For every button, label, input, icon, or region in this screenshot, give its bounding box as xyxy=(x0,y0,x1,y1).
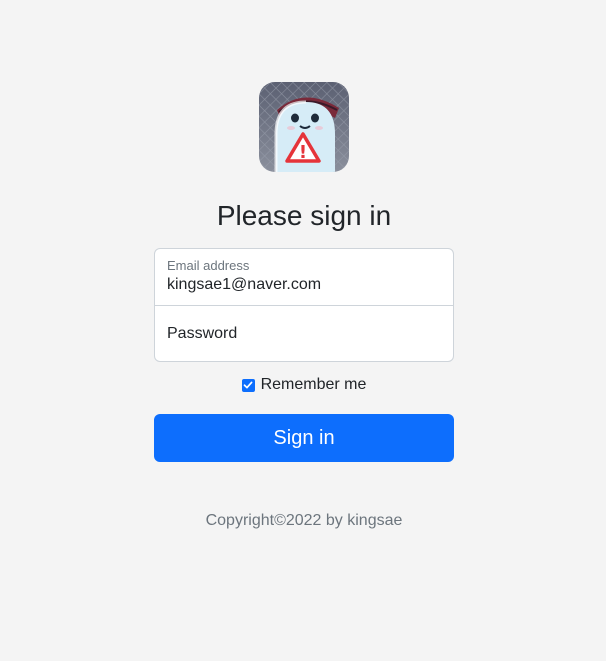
email-input[interactable]: kingsae1@naver.com xyxy=(167,276,321,294)
signin-form: ! Please sign in Email address kingsae1@… xyxy=(154,82,454,546)
page-title: Please sign in xyxy=(216,200,392,231)
password-label: Password xyxy=(167,325,238,342)
checkmark-icon xyxy=(243,381,253,389)
email-field[interactable]: Email address kingsae1@naver.com xyxy=(155,249,453,305)
email-label: Email address xyxy=(167,258,250,273)
copyright-text: Copyright©2022 by kingsae xyxy=(205,512,403,529)
sign-in-button[interactable]: Sign in xyxy=(154,414,454,462)
ghost-character-warning-icon: ! xyxy=(259,82,349,172)
remember-label[interactable]: Remember me xyxy=(261,376,367,394)
remember-me[interactable]: Remember me xyxy=(154,376,454,394)
password-field[interactable]: Password xyxy=(155,305,453,361)
credentials-fields: Email address kingsae1@naver.com Passwor… xyxy=(154,248,454,362)
warning-mark: ! xyxy=(299,142,307,163)
remember-checkbox[interactable] xyxy=(241,378,255,392)
app-logo: ! xyxy=(259,82,349,172)
